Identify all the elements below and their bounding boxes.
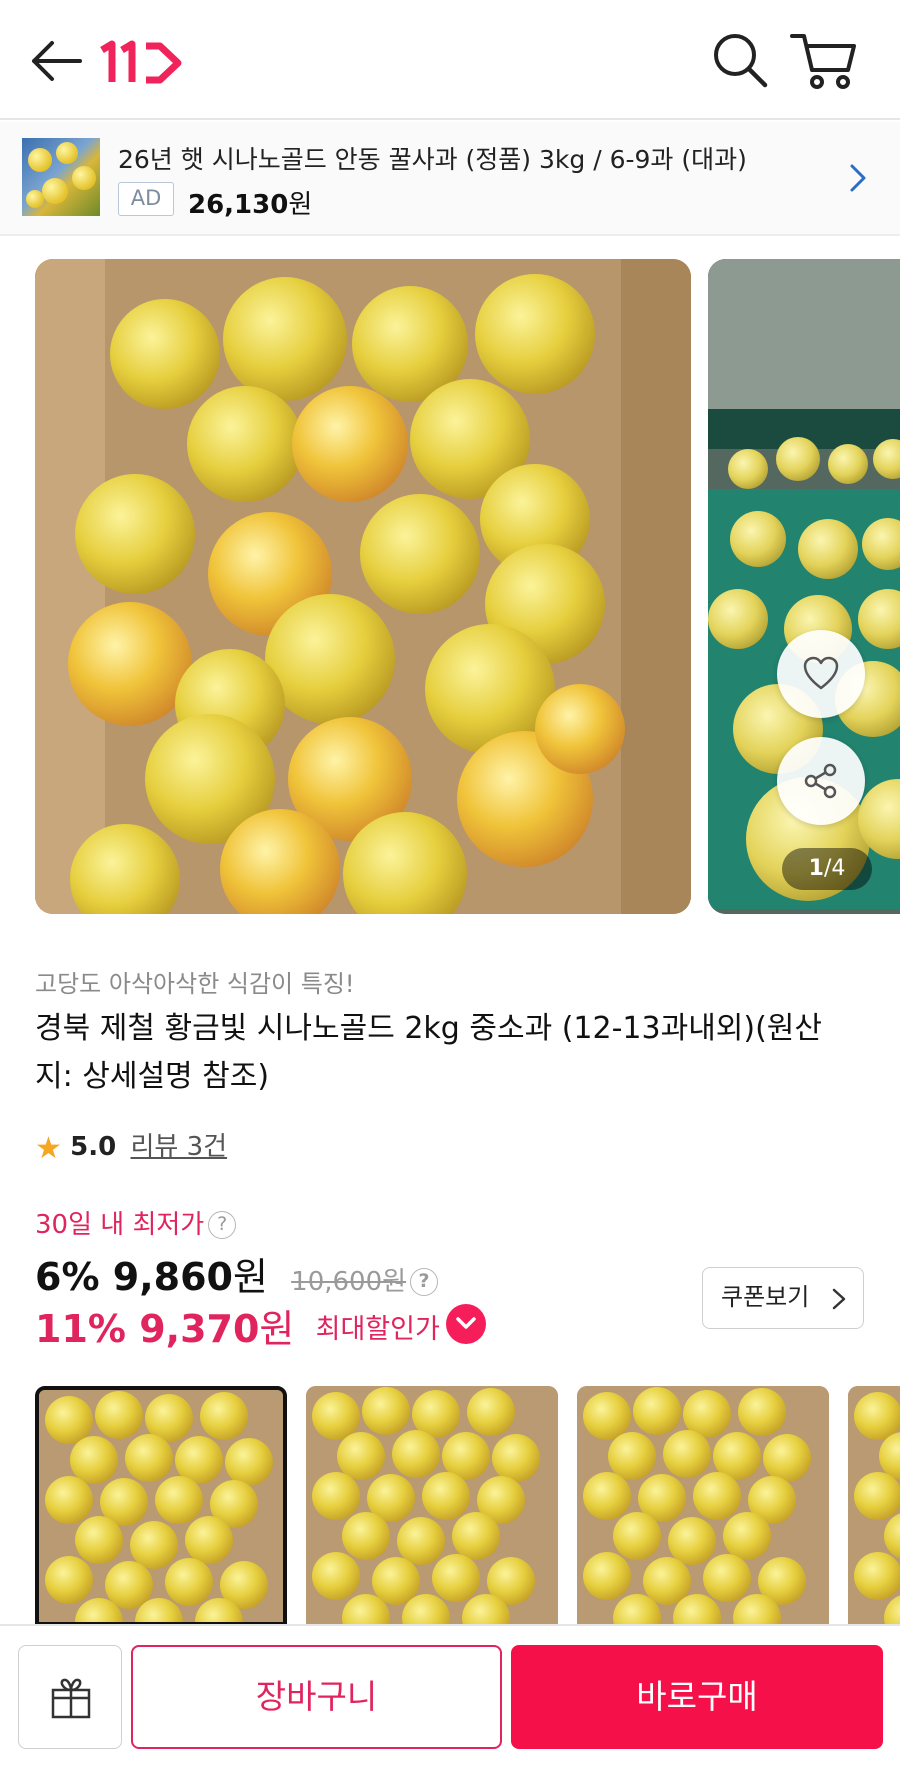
thumbnail-apples-image [848,1386,900,1626]
max-discount-rate: 11% [35,1307,126,1351]
help-icon[interactable]: ? [208,1211,237,1239]
thumbnail-apples-image [306,1386,558,1626]
top-header [0,0,900,120]
ad-title: 26년 햇 시나노골드 안동 꿀사과 (정품) 3kg / 6-9과 (대과) [118,145,747,174]
buy-now-button[interactable]: 바로구매 [511,1645,883,1749]
product-main-image[interactable] [35,259,691,914]
sale-price: 6% 9,860원 10,600원? [35,1246,439,1299]
thumbnail-apples-image [39,1390,283,1622]
image-counter: 1/4 [782,848,872,890]
help-icon[interactable]: ? [410,1268,439,1296]
rating-row: ★ 5.0 리뷰 3건 [35,1126,228,1166]
discount-rate: 6% [35,1255,100,1299]
thumbnail-4[interactable] [848,1386,900,1626]
heart-icon[interactable] [777,630,865,718]
thumbnail-3[interactable] [577,1386,829,1626]
ad-banner[interactable]: 26년 햇 시나노골드 안동 꿀사과 (정품) 3kg / 6-9과 (대과) … [0,122,900,236]
chevron-right-icon[interactable] [846,162,870,194]
11st-logo[interactable] [98,38,184,88]
coupon-button-label: 쿠폰보기 [721,1283,810,1311]
back-arrow-icon[interactable] [28,38,84,84]
share-icon[interactable] [777,737,865,825]
rating-score: 5.0 [70,1132,117,1162]
currency-unit: 원 [259,1307,295,1351]
chevron-right-icon [832,1288,846,1310]
coupon-button[interactable]: 쿠폰보기 [702,1267,864,1329]
max-discount-label: 최대할인가 [315,1314,440,1345]
review-link[interactable]: 리뷰 3건 [131,1132,228,1162]
ad-price: 26,130원 [188,190,313,220]
thumbnail-apples-image [577,1386,829,1626]
product-tagline: 고당도 아삭아삭한 식감이 특징! [35,970,355,998]
gift-button[interactable] [18,1645,122,1749]
chevron-down-icon[interactable] [445,1304,486,1344]
star-icon: ★ [35,1131,62,1166]
lowest-price-text: 30일 내 최저가 [35,1210,205,1240]
cart-icon[interactable] [790,30,860,92]
thumbnail-2[interactable] [306,1386,558,1626]
add-to-cart-button[interactable]: 장바구니 [131,1645,502,1749]
product-title: 경북 제철 황금빛 시나노골드 2kg 중소과 (12-13과내외)(원산지: … [35,1011,823,1094]
max-discount-price-value: 9,370 [139,1307,260,1351]
ad-thumbnail-image [22,138,100,216]
original-price: 10,600원 [291,1267,407,1297]
gift-icon [51,1678,91,1719]
sale-price-value: 9,860 [112,1255,233,1299]
search-icon[interactable] [710,30,770,90]
lowest-price-label: 30일 내 최저가? [35,1204,237,1241]
ad-badge: AD [118,182,174,216]
max-discount-price: 11% 9,370원 최대할인가 [35,1298,486,1352]
bottom-action-bar: 장바구니 바로구매 [0,1624,900,1767]
currency-unit: 원 [232,1255,268,1299]
thumbnail-1[interactable] [35,1386,287,1626]
